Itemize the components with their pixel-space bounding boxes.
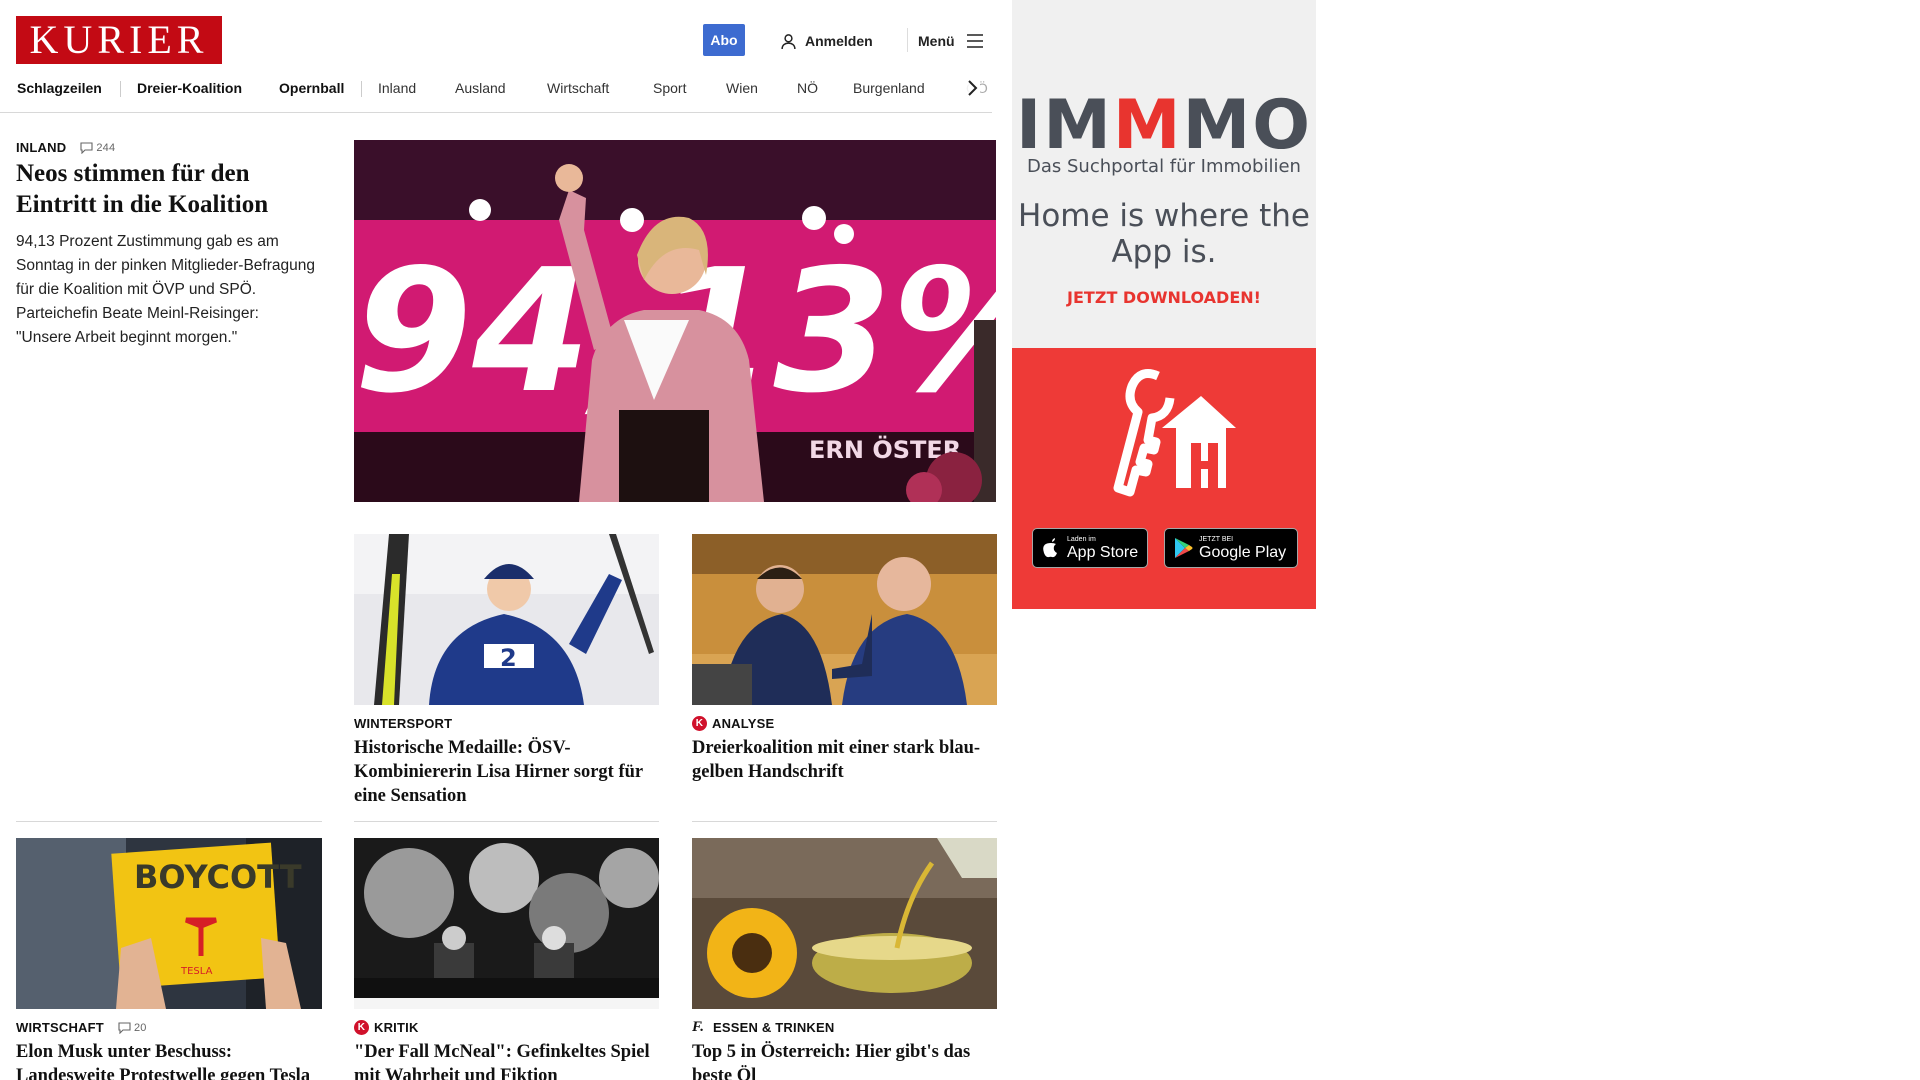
lead-headline[interactable]: Neos stimmen für den Eintritt in die Koa… [16, 158, 316, 220]
card-headline[interactable]: Historische Medaille: ÖSV-Kombiniererin … [354, 736, 656, 808]
lead-teaser: 94,13 Prozent Zustimmung gab es am Sonnt… [16, 233, 315, 346]
nav-item-wirtschaft[interactable]: Wirtschaft [547, 76, 609, 100]
google-play-small: JETZT BEI [1199, 535, 1234, 543]
card-category[interactable]: Kritik [374, 1020, 419, 1035]
lead-image[interactable]: 94,13% ERN ÖSTER [354, 140, 996, 502]
card-image-analyse[interactable] [692, 534, 997, 705]
card-category[interactable]: Wirtschaft [16, 1020, 104, 1035]
card-image-oel[interactable] [692, 838, 997, 1009]
apple-icon [1043, 538, 1057, 558]
card-category[interactable]: Wintersport [354, 716, 452, 731]
genuss-icon: f. [692, 1019, 705, 1035]
chevron-right-icon[interactable] [964, 78, 980, 98]
svg-text:2: 2 [500, 644, 517, 672]
ad-red-panel: Laden im App Store JETZT BEI Google Play [1012, 348, 1316, 609]
app-store-small: Laden im [1067, 535, 1096, 543]
nav-item-noe[interactable]: NÖ [797, 76, 818, 100]
ad-brand-text: IMMMO [1015, 86, 1313, 165]
hamburger-icon [966, 34, 983, 48]
section-nav: Schlagzeilen Dreier-Koalition Opernball … [0, 76, 992, 113]
card-meta: Wirtschaft 20 [16, 1020, 147, 1035]
nav-item-dreier-koalition[interactable]: Dreier-Koalition [137, 76, 242, 100]
nav-divider [361, 81, 362, 97]
card-meta: Wintersport [354, 716, 452, 731]
comment-icon [118, 1021, 131, 1034]
nav-item-opernball[interactable]: Opernball [279, 76, 344, 100]
header-divider [907, 28, 908, 52]
card-comments[interactable]: 20 [118, 1022, 147, 1034]
kurier-plus-icon: K [354, 1020, 369, 1035]
nav-item-inland[interactable]: Inland [378, 76, 416, 100]
row-divider [16, 821, 322, 822]
card-category[interactable]: Essen & Trinken [713, 1020, 834, 1035]
lead-meta: Inland 244 [16, 140, 115, 155]
house-key-icon [1113, 369, 1236, 497]
app-store-badge[interactable]: Laden im App Store [1032, 528, 1148, 568]
ad-claim: Home is where the App is. [1018, 198, 1310, 270]
card-comment-count: 20 [133, 1021, 147, 1034]
kurier-plus-icon: K [692, 716, 707, 731]
kurier-logo[interactable]: KURIER [16, 16, 222, 64]
login-button[interactable]: Anmelden [780, 30, 873, 52]
card-headline[interactable]: Dreierkoalition mit einer stark blau-gel… [692, 736, 994, 784]
card-meta: f. Essen & Trinken [692, 1019, 834, 1036]
menu-button[interactable]: Menü [918, 30, 984, 52]
card-image-wintersport[interactable]: 2 [354, 534, 659, 705]
login-label: Anmelden [805, 33, 873, 49]
card-category[interactable]: Analyse [712, 716, 774, 731]
card-image-tesla[interactable]: BOYCOTT TESLA [16, 838, 322, 1009]
nav-divider [120, 81, 121, 97]
nav-item-schlagzeilen[interactable]: Schlagzeilen [17, 76, 102, 100]
lead-comment-count: 244 [96, 141, 116, 154]
card-headline[interactable]: "Der Fall McNeal": Gefinkeltes Spiel mit… [354, 1040, 656, 1080]
menu-label: Menü [918, 33, 955, 49]
card-image-kritik[interactable] [354, 838, 659, 1009]
row-divider [354, 821, 659, 822]
nav-item-ausland[interactable]: Ausland [455, 76, 506, 100]
lead-category[interactable]: Inland [16, 140, 66, 155]
google-play-big: Google Play [1199, 543, 1287, 561]
card-headline[interactable]: Top 5 in Österreich: Hier gibt's das bes… [692, 1040, 994, 1080]
card-meta: K Analyse [692, 716, 774, 731]
lead-comments[interactable]: 244 [80, 142, 115, 154]
nav-item-burgenland[interactable]: Burgenland [853, 76, 925, 100]
card-headline[interactable]: Elon Musk unter Beschuss: Landesweite Pr… [16, 1040, 322, 1080]
google-play-badge[interactable]: JETZT BEI Google Play [1164, 528, 1298, 568]
immmo-ad[interactable]: IMMMO Das Suchportal für Immobilien Home… [1012, 0, 1316, 609]
user-icon [781, 33, 796, 49]
card-image-tesla-wordmark: TESLA [180, 966, 213, 977]
nav-item-sport[interactable]: Sport [653, 76, 686, 100]
ad-cta-link[interactable]: JETZT DOWNLOADEN! [1012, 288, 1316, 307]
nav-item-wien[interactable]: Wien [726, 76, 758, 100]
google-play-icon [1175, 538, 1193, 558]
ad-brand-logo: IMMMO [1012, 90, 1316, 162]
row-divider [692, 821, 997, 822]
comment-icon [80, 141, 93, 154]
app-store-big: App Store [1067, 543, 1139, 561]
ad-subtitle: Das Suchportal für Immobilien [1027, 156, 1301, 177]
card-image-boycott: BOYCOTT [134, 858, 302, 896]
card-meta: K Kritik [354, 1020, 419, 1035]
abo-button[interactable]: Abo [703, 24, 745, 56]
